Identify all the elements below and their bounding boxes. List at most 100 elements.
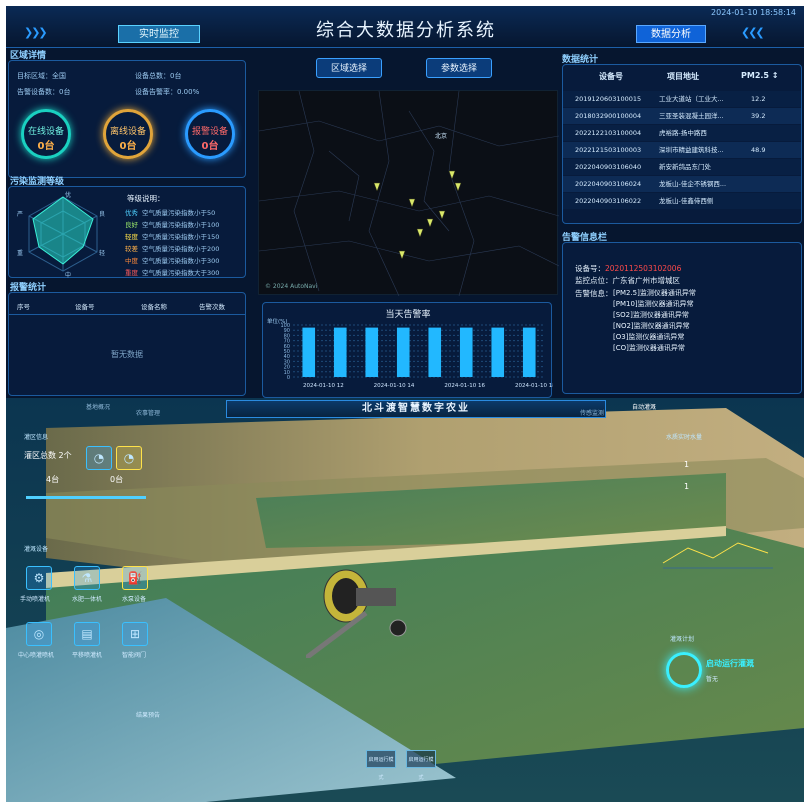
alarm-stats-panel: 序号 设备号 设备名称 告警次数 暂无数据 [8, 292, 246, 396]
online-devices-ring: 在线设备 0台 [21, 109, 71, 159]
mode-button-2[interactable]: 启用运行模式 [406, 750, 436, 781]
pollution-radar-chart: 优 良 轻 中 重 严 [17, 191, 105, 279]
chevrons-left-icon: ❯❯❯ [24, 26, 48, 39]
power-icon[interactable] [666, 652, 702, 688]
bar [302, 327, 316, 377]
x-tick-label: 2024-01-10 16 [444, 383, 485, 389]
y-tick-label: 0 [287, 375, 290, 381]
table-cell: 2022040903106040 [575, 163, 642, 171]
fertigation-icon[interactable]: ⚗ [74, 566, 100, 590]
alarm-info-panel: 设备号：2020112503102006 监控点位：广东省广州市增城区 告警信息… [562, 242, 802, 394]
alarm-message: [SO2]监测仪器通讯异常 [613, 311, 689, 319]
region-panel: 目标区域：全国 设备总数：0台 告警设备数：0台 设备告警率：0.00% 在线设… [8, 60, 246, 178]
table-cell: 2022040903106022 [575, 197, 642, 205]
map-marker [373, 182, 381, 192]
table-row[interactable]: 2022122103100004 虎裕路-扬中路西 [563, 125, 801, 141]
equip-label: 平移喷灌机 [72, 652, 103, 659]
map-marker [454, 182, 462, 192]
online-value: 0台 [37, 141, 55, 152]
param-select-button[interactable]: 参数选择 [426, 58, 492, 78]
alert-rate-label: 设备告警率：0.00% [135, 88, 200, 96]
alarm-devices-ring: 报警设备 0台 [185, 109, 235, 159]
header-bar: ❯❯❯ 实时监控 综合大数据分析系统 2024-01-10 18:58:14 数… [6, 6, 804, 48]
col-device-name: 设备名称 [141, 303, 167, 311]
col-alert-count: 告警次数 [199, 303, 225, 311]
table-row[interactable]: 2022040903106024 龙板山-佳企不锈钢西... [563, 176, 801, 192]
center-pivot-icon[interactable]: ◎ [26, 622, 52, 646]
alarm-rate-panel: 当天告警率 单位(%) 100 90 80 70 60 50 40 30 20 10 0 2024-0… [262, 302, 553, 398]
map-attribution: © 2024 AutoNavi [265, 283, 318, 290]
level-row: 优秀 空气质量污染指数小于50 [125, 207, 219, 219]
table-cell: 龙板山-佳企不锈钢西... [659, 180, 727, 188]
tab-realtime-monitor[interactable]: 实时监控 [118, 25, 200, 43]
online-label: 在线设备 [27, 127, 64, 137]
level-legend-title: 等级说明： [127, 194, 165, 203]
level-desc: 空气质量污染指数小于200 [142, 245, 220, 253]
table-row[interactable]: 2022121503100003 深圳市精益建筑科技... 48.9 [563, 142, 801, 158]
tab-data-analysis[interactable]: 数据分析 [636, 25, 706, 43]
nav-overview[interactable]: 基地概况 [86, 402, 110, 411]
chevrons-right-icon: ❮❮❮ [741, 26, 765, 39]
table-cell: 虎裕路-扬中路西 [659, 129, 707, 137]
alarm-point: 监控点位：广东省广州市增城区 [575, 276, 680, 285]
table-cell: 39.2 [751, 112, 766, 120]
target-region-label: 目标区域：全国 [17, 72, 66, 80]
water-value-1: 1 [684, 460, 690, 469]
sprinkler-icon[interactable]: ⚙ [26, 566, 52, 590]
pollution-panel: 优 良 轻 中 重 严 等级说明： 优秀 空气质量污染指数小于50 良好 空气质量污染… [8, 186, 246, 279]
table-cell: 12.2 [751, 95, 766, 103]
level-desc: 空气质量污染指数小于300 [142, 257, 220, 265]
alarm-message: [O3]监测仪器通讯异常 [613, 333, 685, 341]
radar-label: 重 [17, 249, 23, 257]
table-row[interactable]: 2018032900100004 三亚圣装混凝土园洋... 39.2 [563, 108, 801, 124]
area-total: 灌区总数 2个 [24, 451, 72, 460]
bar [522, 327, 536, 377]
mode-button-1[interactable]: 启用运行模式 [366, 750, 396, 781]
map-marker [448, 170, 456, 180]
region-select-button[interactable]: 区域选择 [316, 58, 382, 78]
equip-label: 中心喷灌喷机 [18, 652, 55, 659]
alarm-message: [PM2.5]监测仪器通讯异常 [613, 289, 696, 297]
alarm-message-list: [PM2.5]监测仪器通讯异常 [PM10]监测仪器通讯异常 [SO2]监测仪器通讯… [613, 288, 696, 354]
linear-move-icon[interactable]: ▤ [74, 622, 100, 646]
forecast-note: 结果预告 [136, 712, 161, 719]
map-view[interactable]: 北京 © 2024 AutoNavi [258, 90, 560, 297]
table-row[interactable]: 2019120603100015 工业大道站（工业大... 12.2 [563, 91, 801, 107]
bar [333, 327, 347, 377]
level-legend: 优秀 空气质量污染指数小于50 良好 空气质量污染指数小于100 轻度 空气质量污染指数小… [125, 207, 219, 279]
nav-farm-management[interactable]: 农事管理 [136, 408, 160, 417]
level-name: 重度 [125, 269, 138, 277]
alarm-stats-header: 序号 设备号 设备名称 告警次数 [9, 301, 245, 315]
radar-label: 优 [65, 191, 71, 199]
valve-icon[interactable]: ⊞ [122, 622, 148, 646]
level-name: 中度 [125, 257, 138, 265]
pump-icon[interactable]: ⛽ [122, 566, 148, 590]
map-marker [426, 218, 434, 228]
map-markers [373, 170, 462, 260]
bar [459, 327, 473, 377]
x-tick-label: 2024-01-10 14 [374, 383, 415, 389]
nav-sensor-monitor[interactable]: 传感监测 [580, 408, 604, 417]
table-cell: 龙板山-佳鑫侍西侧 [659, 197, 714, 205]
radar-label: 严 [17, 211, 23, 218]
farm-title: 北斗渡智慧数字农业 [226, 400, 606, 418]
bar [491, 327, 505, 377]
table-row[interactable]: 2022040903106040 新安新鸽品东门处 [563, 159, 801, 175]
equip-label: 水泵设备 [122, 596, 147, 603]
col-pm25[interactable]: PM2.5 ↕ [741, 71, 778, 80]
start-irrigation-button[interactable]: 启动运行灌溉 [706, 658, 754, 669]
nav-auto-irrigation[interactable]: 自动灌溉 [632, 402, 656, 411]
level-desc: 空气质量污染指数小于150 [142, 233, 220, 241]
alarm-label: 报警设备 [191, 127, 228, 137]
equip-label: 水肥一体机 [72, 596, 103, 603]
table-cell: 深圳市精益建筑科技... [659, 146, 724, 154]
page-title: 综合大数据分析系统 [316, 20, 496, 41]
level-name: 良好 [125, 221, 138, 229]
col-device-no: 设备号 [599, 72, 623, 81]
water-line-chart [662, 542, 773, 569]
level-row: 较差 空气质量污染指数小于200 [125, 243, 219, 255]
col-index: 序号 [17, 303, 30, 311]
chart-icon: ◔ [86, 446, 112, 470]
table-row[interactable]: 2022040903106022 龙板山-佳鑫侍西侧 [563, 193, 801, 209]
plan-title: 灌溉计划 [670, 636, 695, 643]
